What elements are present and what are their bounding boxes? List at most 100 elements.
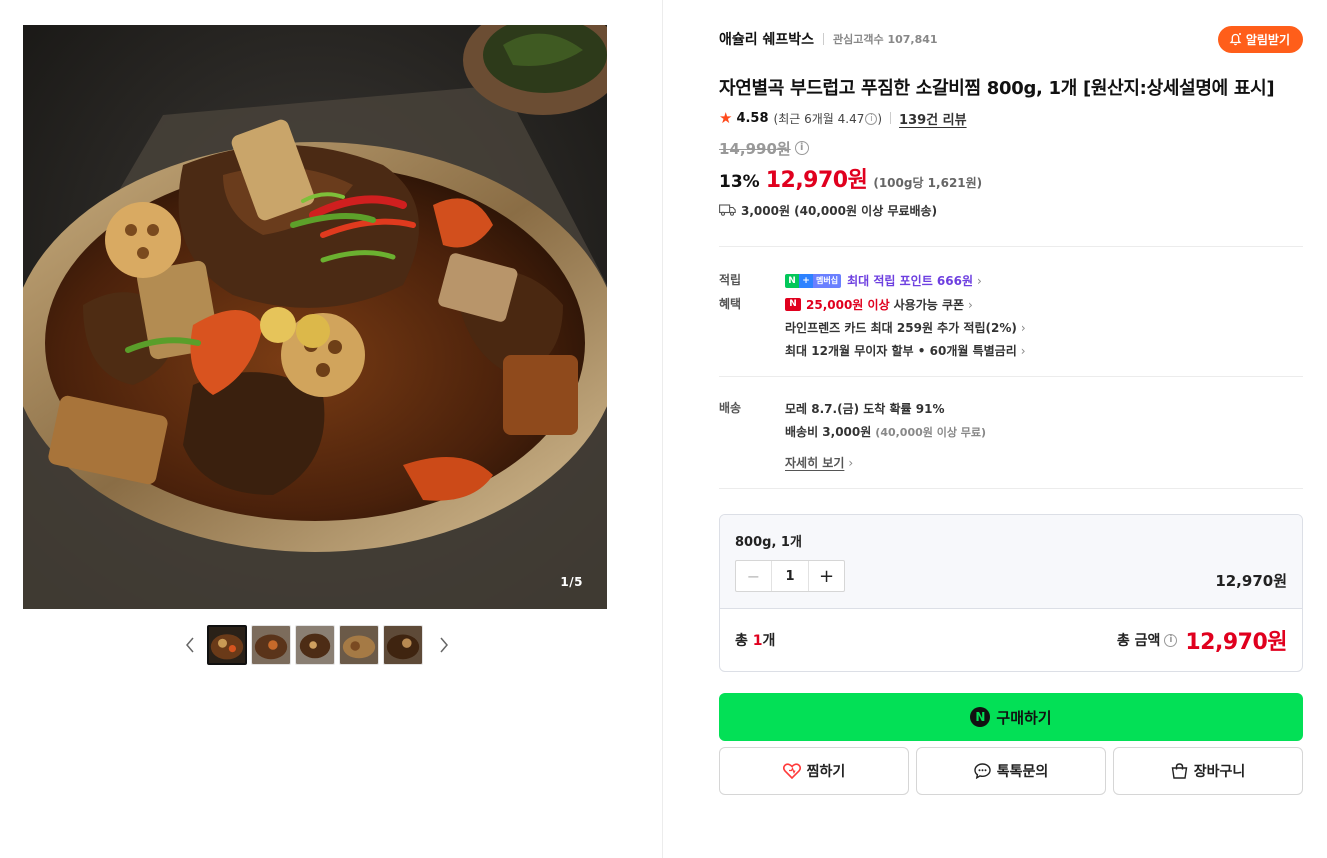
- cart-button[interactable]: 장바구니: [1113, 747, 1303, 795]
- buy-now-label: 구매하기: [996, 708, 1052, 727]
- badge-plus: +: [799, 273, 813, 288]
- delivery-label: 배송: [719, 401, 742, 415]
- delivery-eta: 모레 8.7.(금) 도착 확률 91%: [785, 402, 945, 416]
- total-count-suffix: 개: [762, 633, 776, 649]
- wishlist-button[interactable]: 찜하기: [719, 747, 909, 795]
- installment-text: 최대 12개월 무이자 할부 • 60개월 특별금리: [785, 344, 1017, 358]
- notify-button[interactable]: 알림받기: [1217, 25, 1303, 53]
- chevron-right-icon: ›: [977, 273, 982, 288]
- total-price: 12,970원: [1185, 630, 1287, 655]
- selected-option-box: 800g, 1개 − 1 + 12,970원 총 1개 총 금액 i 12,97…: [719, 514, 1303, 672]
- card-benefit-row[interactable]: 라인프렌즈 카드 최대 259원 추가 적립(2%) ›: [785, 316, 1303, 339]
- quantity-stepper: − 1 +: [735, 560, 845, 592]
- delivery-detail-row[interactable]: 자세히 보기 ›: [785, 451, 1303, 474]
- chevron-right-icon[interactable]: [427, 625, 461, 665]
- chat-bubble-icon: [974, 763, 991, 779]
- column-divider: [662, 0, 663, 858]
- sale-price-row: 13% 12,970원 (100g당 1,621원): [719, 162, 1303, 194]
- divider: [719, 246, 1303, 247]
- coupon-badge: N: [785, 298, 801, 311]
- points-row[interactable]: N + 멤버십 최대 적립 포인트 666원 ›: [785, 269, 1303, 292]
- delivery-detail-link[interactable]: 자세히 보기: [785, 454, 844, 471]
- store-fan-count: 관심고객수 107,841: [833, 33, 938, 46]
- product-info-panel: 애슐리 쉐프박스 관심고객수 107,841 알림받기 자연별곡 부드럽고 푸짐…: [719, 25, 1303, 795]
- thumbnail-4[interactable]: [339, 625, 379, 665]
- badge-membership: 멤버십: [813, 273, 842, 288]
- info-icon[interactable]: i: [1164, 633, 1178, 647]
- bell-icon: [1229, 32, 1242, 45]
- naver-pay-icon: N: [970, 707, 991, 727]
- rating-recent-close: ): [877, 111, 883, 126]
- store-header: 애슐리 쉐프박스 관심고객수 107,841 알림받기: [719, 25, 1303, 53]
- store-name[interactable]: 애슐리 쉐프박스: [719, 29, 814, 49]
- truck-icon: [719, 204, 736, 216]
- naver-plus-membership-badge: N + 멤버십: [785, 273, 842, 288]
- wishlist-label: 찜하기: [806, 764, 846, 780]
- info-icon[interactable]: i: [794, 141, 809, 155]
- rating-row: ★ 4.58 (최근 6개월 4.47 i) 139건 리뷰: [719, 108, 1303, 128]
- notify-label: 알림받기: [1245, 32, 1290, 47]
- coupon-text: 사용가능 쿠폰: [893, 298, 965, 312]
- chevron-left-icon[interactable]: [173, 625, 207, 665]
- discount-rate: 13%: [719, 172, 760, 192]
- rating-value: 4.58: [736, 110, 769, 126]
- product-gallery: 1/5: [23, 25, 607, 665]
- delivery-section: 배송 모레 8.7.(금) 도착 확률 91% 배송비 3,000원 (40,0…: [719, 397, 1303, 474]
- perks-label: 혜택: [719, 297, 742, 311]
- badge-n: N: [785, 273, 799, 288]
- coupon-row[interactable]: N 25,000원 이상 사용가능 쿠폰 ›: [785, 293, 1303, 316]
- product-title: 자연별곡 부드럽고 푸짐한 소갈비찜 800g, 1개 [원산지:상세설명에 표…: [719, 78, 1275, 99]
- rating-recent-text: (최근 6개월 4.47: [773, 111, 865, 126]
- original-price: 14,990원: [719, 139, 791, 158]
- unit-price: (100g당 1,621원): [873, 176, 983, 190]
- shopping-bag-icon: [1171, 763, 1188, 779]
- rating-recent: (최근 6개월 4.47 i): [774, 110, 883, 127]
- delivery-fee: 배송비 3,000원: [785, 425, 872, 439]
- separator: [890, 112, 892, 124]
- coupon-threshold: 25,000원 이상: [806, 298, 890, 312]
- info-icon[interactable]: i: [865, 113, 878, 125]
- thumbnail-strip: [173, 625, 461, 665]
- delivery-fee-row: 배송비 3,000원 (40,000원 이상 무료): [785, 420, 1303, 443]
- shipping-text: 3,000원 (40,000원 이상 무료배송): [741, 203, 938, 218]
- chevron-right-icon: ›: [848, 455, 854, 470]
- braised-short-ribs-photo: [23, 25, 607, 609]
- total-label-text: 총 금액: [1116, 633, 1161, 649]
- thumbnail-3[interactable]: [295, 625, 335, 665]
- card-benefit-text: 라인프렌즈 카드 최대 259원 추가 적립(2%): [785, 321, 1017, 335]
- sale-price: 12,970원: [765, 168, 868, 193]
- thumbnail-5[interactable]: [383, 625, 423, 665]
- chevron-right-icon: ›: [1020, 320, 1026, 335]
- quantity-decrease-button[interactable]: −: [736, 561, 772, 591]
- points-section: 적립 N + 멤버십 최대 적립 포인트 666원 ›: [719, 269, 1303, 292]
- image-counter: 1/5: [560, 575, 583, 589]
- option-price: 12,970원: [1215, 572, 1287, 590]
- total-count: 총 1개: [735, 630, 775, 650]
- talk-inquiry-button[interactable]: 톡톡문의: [916, 747, 1106, 795]
- chevron-right-icon: ›: [1020, 343, 1026, 358]
- perks-section: 혜택 N 25,000원 이상 사용가능 쿠폰 › 라인프렌즈 카드 최대 25…: [719, 293, 1303, 362]
- total-count-prefix: 총: [735, 633, 753, 649]
- product-main-image[interactable]: 1/5: [23, 25, 607, 609]
- buy-now-button[interactable]: N 구매하기: [719, 693, 1303, 741]
- original-price-row: 14,990원 i: [719, 138, 1303, 158]
- installment-row[interactable]: 최대 12개월 무이자 할부 • 60개월 특별금리 ›: [785, 339, 1303, 362]
- review-count-link[interactable]: 139건 리뷰: [899, 109, 967, 128]
- separator: [823, 33, 825, 45]
- cart-label: 장바구니: [1193, 764, 1246, 780]
- shipping-summary: 3,000원 (40,000원 이상 무료배송): [719, 200, 1303, 220]
- quantity-increase-button[interactable]: +: [808, 561, 844, 591]
- thumbnail-1[interactable]: [207, 625, 247, 665]
- max-points-text: 최대 적립 포인트 666원: [847, 274, 973, 288]
- heart-icon: [782, 763, 801, 779]
- star-icon: ★: [719, 109, 733, 127]
- quantity-value[interactable]: 1: [772, 561, 808, 591]
- option-name: 800g, 1개: [735, 535, 802, 550]
- thumbnail-2[interactable]: [251, 625, 291, 665]
- divider: [719, 376, 1303, 377]
- divider: [719, 488, 1303, 489]
- secondary-actions: 찜하기 톡톡문의 장바구니: [719, 747, 1303, 795]
- talk-inquiry-label: 톡톡문의: [996, 764, 1049, 780]
- chevron-right-icon: ›: [968, 297, 973, 312]
- total-amount-label: 총 금액 i: [1117, 630, 1186, 650]
